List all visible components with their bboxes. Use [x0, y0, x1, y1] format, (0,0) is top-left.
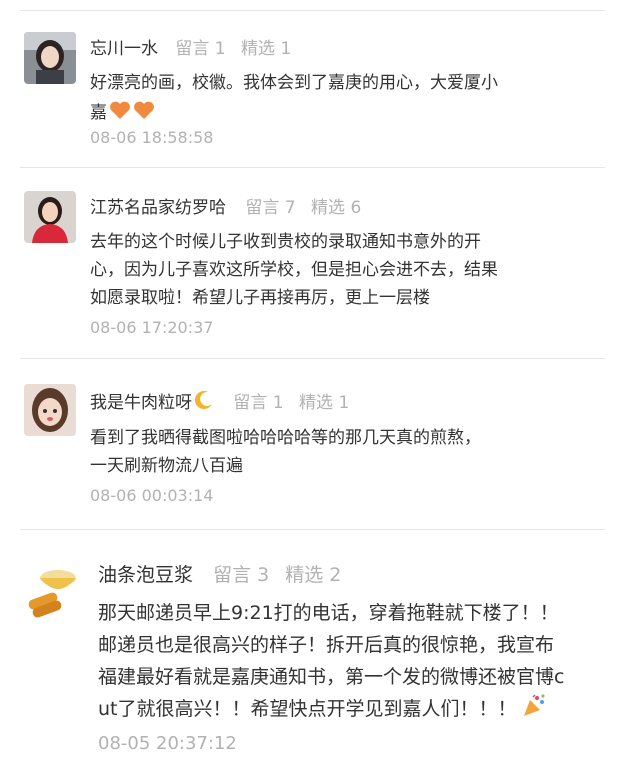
avatar[interactable]: [24, 32, 76, 84]
nickname[interactable]: 忘川一水: [90, 39, 158, 59]
comment-text-line: 邮递员也是很高兴的样子！拆开后真的很惊艳，我宣布: [98, 634, 555, 656]
nickname[interactable]: 我是牛肉粒呀: [90, 393, 192, 413]
avatar[interactable]: [24, 384, 76, 436]
nickname[interactable]: 江苏名品家纺罗哈: [90, 198, 226, 218]
reply-count[interactable]: 留言 7: [245, 198, 295, 218]
avatar-image: [24, 384, 76, 436]
featured-count[interactable]: 精选 1: [241, 39, 291, 59]
divider: [20, 167, 605, 168]
reply-count[interactable]: 留言 1: [233, 393, 283, 413]
reply-count[interactable]: 留言 1: [175, 39, 225, 59]
avatar[interactable]: [24, 191, 76, 243]
comment-text-line: 一天刷新物流八百遍: [90, 456, 243, 476]
comment-text-line: ut了就很高兴！！希望快点开学见到嘉人们！！！: [98, 698, 517, 720]
comment-time: 08-06 17:20:37: [90, 318, 214, 337]
comment-text-line: 那天邮递员早上9:21打的电话，穿着拖鞋就下楼了！！: [98, 602, 559, 624]
comment-text-line: 心，因为儿子喜欢这所学校，但是担心会进不去，结果: [90, 260, 498, 280]
featured-count[interactable]: 精选 2: [285, 564, 341, 586]
reply-count[interactable]: 留言 3: [213, 564, 269, 586]
comment-text-line: 福建最好看就是嘉庚通知书，第一个发的微博还被官博c: [98, 666, 565, 688]
featured-count[interactable]: 精选 6: [311, 198, 361, 218]
avatar-image: [22, 560, 82, 620]
divider: [20, 529, 605, 530]
divider: [20, 10, 605, 11]
comment-text-line: 嘉: [90, 103, 107, 123]
avatar[interactable]: [22, 560, 82, 620]
comment-text-line: 如愿录取啦！希望儿子再接再厉，更上一层楼: [90, 288, 430, 308]
comment-text-line: 去年的这个时候儿子收到贵校的录取通知书意外的开: [90, 232, 481, 252]
comment-text-line: 看到了我晒得截图啦哈哈哈哈等的那几天真的煎熬，: [90, 428, 481, 448]
heart-icon: [109, 100, 131, 130]
avatar-image: [24, 191, 76, 243]
featured-count[interactable]: 精选 1: [299, 393, 349, 413]
comment-text-line: 好漂亮的画，校徽。我体会到了嘉庚的用心，大爱厦小: [90, 73, 498, 93]
comment-time: 08-06 18:58:58: [90, 128, 214, 147]
comment-time: 08-05 20:37:12: [98, 733, 237, 754]
divider: [20, 358, 605, 359]
moon-icon: [194, 390, 214, 415]
party-popper-icon: [521, 693, 547, 729]
avatar-image: [24, 32, 76, 84]
comment-time: 08-06 00:03:14: [90, 486, 214, 505]
nickname[interactable]: 油条泡豆浆: [98, 564, 193, 586]
heart-icon: [133, 100, 155, 130]
